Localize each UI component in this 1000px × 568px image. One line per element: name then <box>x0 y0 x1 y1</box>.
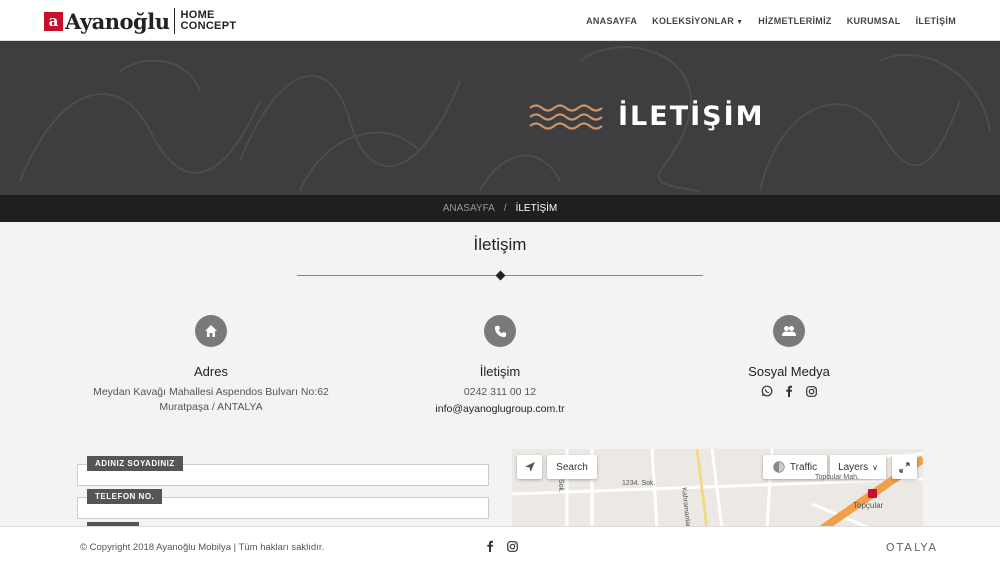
logo-separator <box>174 8 176 34</box>
map-place-label-topcular: Topçular <box>853 501 884 510</box>
map-place-label-topcular-mah: Topçular Mah. <box>815 474 859 481</box>
traffic-icon <box>773 461 785 473</box>
logo-name: Ayanoğlu <box>65 8 170 34</box>
whatsapp-icon[interactable] <box>761 385 773 397</box>
hero-title-group: İLETİŞİM <box>528 101 765 132</box>
logo-mark: a <box>44 11 63 31</box>
social-column: Sosyal Medya <box>644 315 934 397</box>
traffic-label: Traffic <box>789 461 818 473</box>
logo-sub-line2: CONCEPT <box>180 20 237 32</box>
logo-subtitle: HOME CONCEPT <box>180 10 236 32</box>
nav-item-koleksiyonlar[interactable]: KOLEKSİYONLAR ▼ <box>652 16 743 26</box>
address-title: Adres <box>194 364 228 379</box>
map-street-label-1234: 1234. Sok. <box>622 480 656 487</box>
breadcrumb-current: İLETİŞİM <box>515 203 558 214</box>
contact-title: İletişim <box>479 364 521 379</box>
caret-down-icon: ▼ <box>736 18 744 26</box>
breadcrumb: ANASAYFA / İLETİŞİM <box>0 195 1000 222</box>
my-location-icon[interactable] <box>517 455 542 479</box>
footer-copyright: © Copyright 2018 Ayanoğlu Mobilya | Tüm … <box>80 542 325 553</box>
instagram-icon[interactable] <box>506 540 518 552</box>
contact-phone[interactable]: 0242 311 00 12 <box>355 385 645 400</box>
nav-item-koleksiyonlar-label: KOLEKSİYONLAR <box>652 15 735 26</box>
script-background-decoration <box>19 46 991 192</box>
map-search-button[interactable]: Search <box>547 455 597 479</box>
instagram-icon[interactable] <box>805 385 817 397</box>
social-title: Sosyal Medya <box>748 364 830 379</box>
hero-title: İLETİŞİM <box>618 101 765 132</box>
phone-field-label: TELEFON NO. <box>87 489 163 504</box>
waves-icon <box>529 103 603 130</box>
layers-label: Layers <box>838 461 869 473</box>
footer: © Copyright 2018 Ayanoğlu Mobilya | Tüm … <box>0 526 1000 568</box>
fullscreen-icon[interactable] <box>892 455 917 479</box>
google-map[interactable]: Search Traffic Layers ∨ 1234. Sok. Kahra… <box>512 449 923 529</box>
phone-field-group: TELEFON NO. <box>77 489 489 519</box>
contact-column: İletişim 0242 311 00 12 info@ayanoglugro… <box>355 315 645 417</box>
footer-social-links <box>484 540 518 552</box>
map-street-label-sok: Sok. <box>557 479 564 494</box>
phone-icon <box>484 315 516 347</box>
address-column: Adres Meydan Kavağı Mahallesi Aspendos B… <box>66 315 356 415</box>
address-line2: Muratpaşa / ANTALYA <box>159 401 263 413</box>
facebook-icon[interactable] <box>484 540 496 552</box>
breadcrumb-separator: / <box>503 203 507 214</box>
nav-item-iletisim[interactable]: İLETİŞİM <box>916 16 956 26</box>
section-title: İletişim <box>473 235 527 254</box>
nav-item-anasayfa[interactable]: ANASAYFA <box>586 16 637 26</box>
users-icon <box>773 315 805 347</box>
social-links <box>644 385 934 397</box>
hero-banner: İLETİŞİM <box>0 41 1000 195</box>
home-icon <box>195 315 227 347</box>
otalya-logo[interactable]: OTALYA <box>886 541 938 554</box>
main-nav: ANASAYFA KOLEKSİYONLAR ▼ HİZMETLERİMİZ KU… <box>586 0 956 41</box>
contact-email[interactable]: info@ayanoglugroup.com.tr <box>355 402 645 417</box>
chevron-down-icon: ∨ <box>872 462 878 472</box>
name-field-label: ADINIZ SOYADINIZ <box>87 456 183 471</box>
breadcrumb-home[interactable]: ANASAYFA <box>443 203 495 214</box>
site-logo[interactable]: a Ayanoğlu HOME CONCEPT <box>44 6 236 36</box>
top-navbar: a Ayanoğlu HOME CONCEPT ANASAYFA KOLEKSİ… <box>0 0 1000 41</box>
nav-item-kurumsal[interactable]: KURUMSAL <box>847 16 901 26</box>
facebook-icon[interactable] <box>783 385 795 397</box>
divider-diamond <box>495 270 506 281</box>
name-field-group: ADINIZ SOYADINIZ <box>77 456 489 486</box>
nav-item-hizmetlerimiz[interactable]: HİZMETLERİMİZ <box>758 16 831 26</box>
address-line1: Meydan Kavağı Mahallesi Aspendos Bulvarı… <box>93 386 329 398</box>
